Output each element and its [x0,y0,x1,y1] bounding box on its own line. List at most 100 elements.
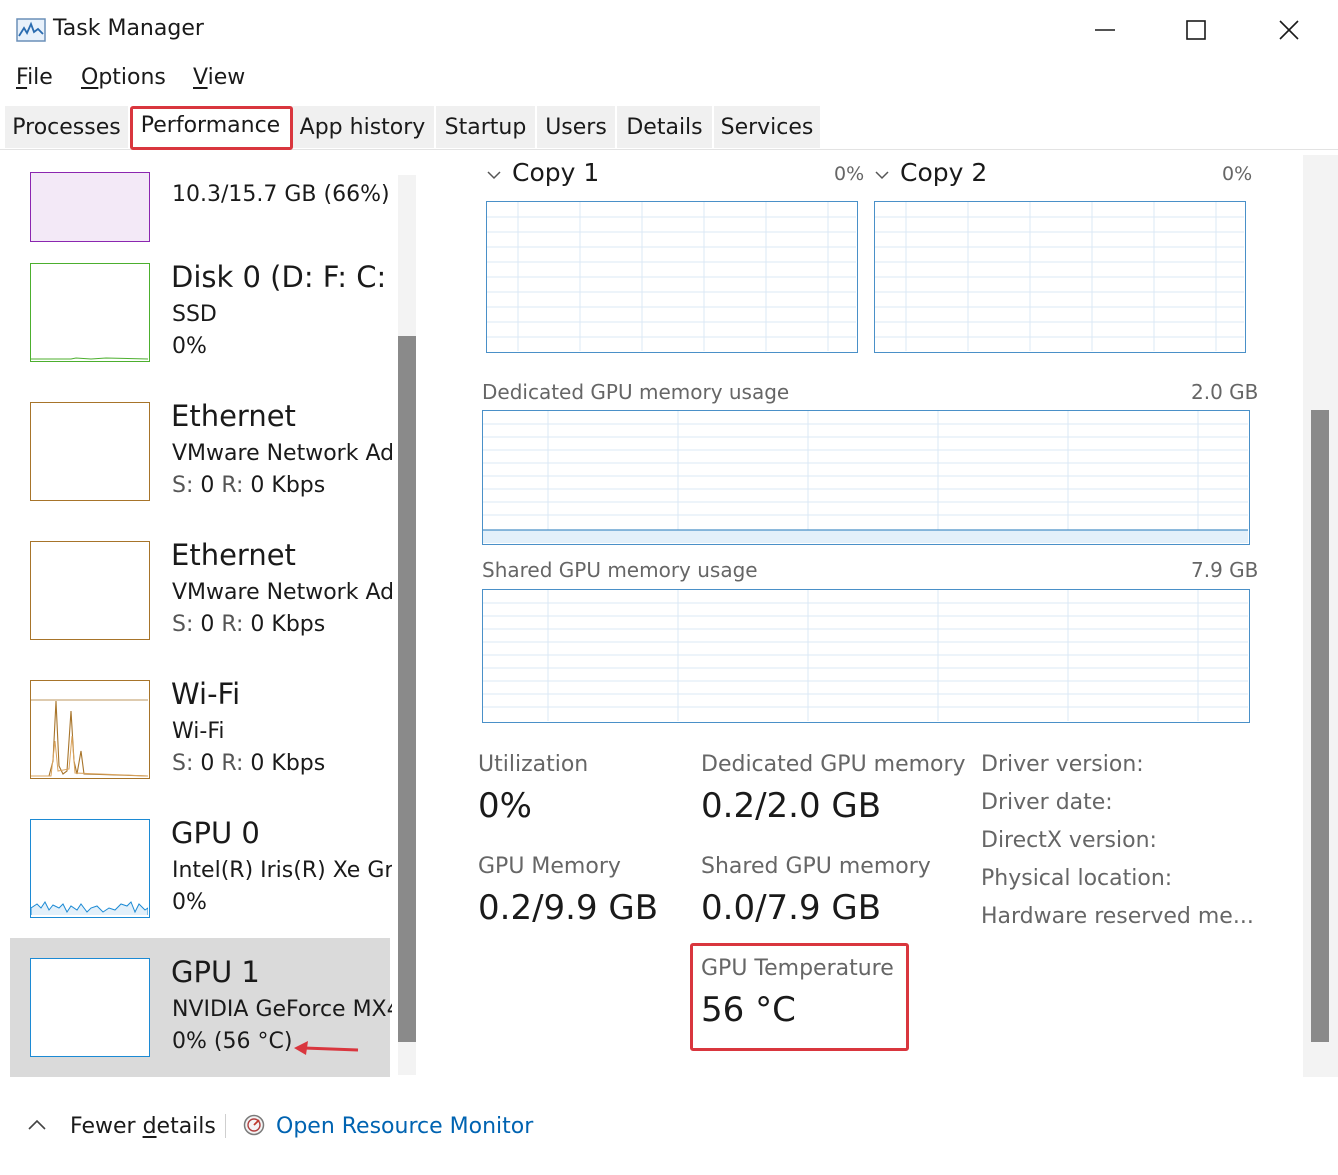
footer-separator [225,1114,226,1138]
shared-graph-max: 7.9 GB [1191,558,1259,582]
resource-wifi[interactable]: Wi-Fi Wi-Fi S: 0 R: 0 Kbps [10,669,390,808]
shared-memory-value: 0.0/7.9 GB [701,888,882,928]
title-bar[interactable]: Task Manager [0,0,1338,60]
menu-file[interactable]: File [16,65,53,90]
gpu0-name: GPU 0 [171,816,260,850]
wifi-name: Wi-Fi [171,677,241,711]
wifi-thumbnail [30,680,150,779]
resource-disk0[interactable]: Disk 0 (D: F: C: E SSD 0% [10,252,392,391]
maximize-icon [1186,20,1206,40]
utilization-label: Utilization [478,752,589,777]
disk0-sparkline [31,357,149,360]
engine-copy1-graph [486,201,858,353]
menu-view-label: iew [207,65,246,90]
memory-thumbnail [30,172,150,242]
fewer-details-link[interactable]: Fewer details [70,1114,216,1139]
wifi-recv-label: R: [221,751,244,776]
fewer-details-post: etails [156,1114,216,1139]
menu-file-label: ile [27,65,53,90]
ethernet2-thumbnail [30,541,150,640]
disk0-name: Disk 0 (D: F: C: E [171,260,392,294]
menu-bar: File Options View [0,60,1338,98]
footer-bar: Fewer details Open Resource Monitor [0,1090,1338,1175]
tab-app-history[interactable]: App history [291,106,435,148]
resource-monitor-icon [243,1114,265,1136]
chevron-up-icon[interactable] [28,1118,46,1130]
shared-graph-label: Shared GPU memory usage [482,558,758,582]
resource-memory[interactable]: 10.3/15.7 GB (66%) [10,152,390,242]
ethernet1-adapter: VMware Network Ad [172,441,392,466]
shared-memory-label: Shared GPU memory [701,854,931,879]
shared-memory-graph [482,589,1250,723]
hardware-reserved-label: Hardware reserved me... [981,904,1254,929]
maximize-button[interactable] [1166,10,1226,50]
engine-copy2-grid [875,202,1244,351]
dedicated-graph-label: Dedicated GPU memory usage [482,380,790,404]
menu-view[interactable]: View [193,65,245,90]
dedicated-memory-label: Dedicated GPU memory [701,752,966,777]
engine-copy2-label[interactable]: Copy 2 [900,158,987,187]
gpu1-thumbnail [30,958,150,1057]
chevron-down-icon[interactable] [875,168,889,182]
ethernet2-recv: 0 Kbps [250,612,326,637]
disk0-thumbnail [30,263,150,362]
ethernet2-send-label: S: [172,612,194,637]
gpu-memory-label: GPU Memory [478,854,621,879]
ethernet1-send-label: S: [172,473,194,498]
gpu-temperature-label: GPU Temperature [701,956,894,981]
disk0-value: 0% [172,334,207,359]
ethernet1-send: 0 [200,473,215,498]
fewer-details-pre: Fewer [70,1114,143,1139]
driver-version-label: Driver version: [981,752,1144,777]
gpu1-name: GPU 1 [171,955,260,989]
tab-services[interactable]: Services [714,106,821,148]
minimize-button[interactable] [1075,10,1135,50]
menu-options-accesskey: O [81,65,99,90]
tab-performance[interactable]: Performance [132,102,290,148]
physical-location-label: Physical location: [981,866,1173,891]
ethernet1-name: Ethernet [171,399,296,433]
ethernet1-recv: 0 Kbps [250,473,326,498]
resource-ethernet-1[interactable]: Ethernet VMware Network Ad S: 0 R: 0 Kbp… [10,391,392,530]
dedicated-memory-graph [482,410,1250,545]
wifi-adapter: Wi-Fi [172,719,225,744]
chevron-down-icon[interactable] [487,168,501,182]
left-scrollbar-thumb[interactable] [398,336,416,1042]
engine-copy2-graph [874,201,1246,353]
ethernet2-adapter: VMware Network Ad [172,580,392,605]
ethernet1-thumbnail [30,402,150,501]
resource-list: 10.3/15.7 GB (66%) Disk 0 (D: F: C: E SS… [10,152,425,1077]
tab-details[interactable]: Details [617,106,713,148]
resource-gpu0[interactable]: GPU 0 Intel(R) Iris(R) Xe Gra 0% [10,808,392,947]
dedicated-memory-grid [483,411,1248,543]
resource-ethernet-2[interactable]: Ethernet VMware Network Ad S: 0 R: 0 Kbp… [10,530,392,669]
tab-startup[interactable]: Startup [436,106,536,148]
ethernet2-recv-label: R: [221,612,244,637]
menu-options[interactable]: Options [81,65,166,90]
gpu-memory-value: 0.2/9.9 GB [478,888,659,928]
wifi-send: 0 [200,751,215,776]
disk0-type: SSD [172,302,217,327]
tab-users[interactable]: Users [537,106,616,148]
wifi-send-label: S: [172,751,194,776]
right-scrollbar-thumb[interactable] [1311,410,1329,1042]
engine-copy1-label[interactable]: Copy 1 [512,158,599,187]
wifi-recv: 0 Kbps [250,751,326,776]
open-resource-monitor-link[interactable]: Open Resource Monitor [276,1114,533,1139]
menu-view-accesskey: V [193,65,208,90]
ethernet2-name: Ethernet [171,538,296,572]
gpu1-value: 0% (56 °C) [172,1029,293,1054]
tab-bar: Processes Performance App history Startu… [0,98,1338,150]
gpu0-thumbnail [30,819,150,918]
gpu0-adapter: Intel(R) Iris(R) Xe Gra [172,858,392,883]
close-button[interactable] [1259,10,1319,50]
tab-processes[interactable]: Processes [5,106,129,148]
ethernet2-throughput: S: 0 R: 0 Kbps [172,612,325,637]
window-title: Task Manager [53,16,204,41]
engine-copy2-pct: 0% [1222,163,1253,185]
wifi-sparkline [31,699,149,777]
wifi-throughput: S: 0 R: 0 Kbps [172,751,325,776]
ethernet1-throughput: S: 0 R: 0 Kbps [172,473,325,498]
gpu0-sparkline [30,901,149,915]
ethernet2-send: 0 [200,612,215,637]
